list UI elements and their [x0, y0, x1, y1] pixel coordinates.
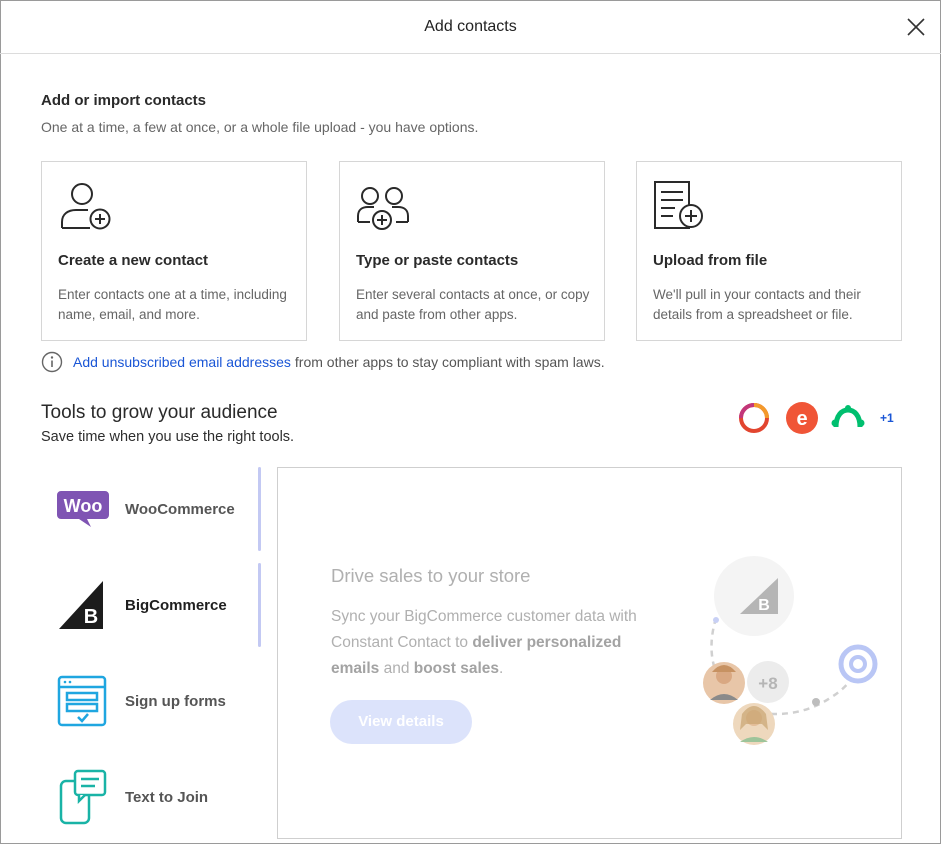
panel-description: Sync your BigCommerce customer data with… — [331, 608, 637, 677]
bigcommerce-sync-illustration: B +8 — [703, 556, 880, 745]
dialog-header: Add contacts — [0, 0, 941, 54]
eventbrite-logo-icon: e — [786, 402, 818, 434]
bigcommerce-panel: Drive sales to your store Sync your BigC… — [277, 467, 902, 839]
import-section-title: Add or import contacts — [41, 92, 207, 109]
svg-text:Woo: Woo — [64, 496, 103, 516]
unsubscribed-addresses-link[interactable]: Add unsubscribed email addresses — [73, 354, 291, 370]
card-description: We'll pull in your contacts and their de… — [653, 287, 861, 322]
constant-contact-ring-logo-icon — [739, 403, 769, 433]
tab-label: WooCommerce — [125, 501, 235, 518]
svg-text:e: e — [796, 408, 807, 430]
create-contact-card[interactable]: Create a new contact Enter contacts one … — [41, 161, 307, 341]
svg-text:B: B — [758, 597, 770, 614]
tools-title: Tools to grow your audience — [41, 402, 278, 423]
svg-text:B: B — [84, 606, 98, 628]
woocommerce-logo-icon: Woo — [57, 491, 109, 527]
upload-file-card[interactable]: Upload from file We'll pull in your cont… — [636, 161, 902, 341]
tools-subtitle: Save time when you use the right tools. — [41, 429, 295, 445]
sms-icon — [59, 769, 107, 825]
dialog-title: Add contacts — [424, 18, 517, 35]
bigcommerce-logo-icon: B — [59, 581, 103, 629]
people-add-icon — [357, 187, 409, 230]
tab-bigcommerce[interactable]: B BigCommerce — [55, 561, 260, 649]
tab-text-to-join[interactable]: Text to Join — [55, 753, 260, 841]
notice-text: from other apps to stay compliant with s… — [294, 354, 605, 370]
card-title: Create a new contact — [58, 252, 209, 269]
file-add-icon — [654, 181, 703, 229]
tab-woocommerce[interactable]: Woo WooCommerce — [55, 465, 260, 553]
tab-signup-forms[interactable]: Sign up forms — [55, 657, 260, 745]
import-section-subtitle: One at a time, a few at once, or a whole… — [41, 119, 479, 135]
tab-label: Sign up forms — [125, 693, 226, 710]
close-icon[interactable] — [904, 15, 928, 39]
type-paste-contacts-card[interactable]: Type or paste contacts Enter several con… — [339, 161, 605, 341]
card-title: Upload from file — [653, 252, 768, 269]
view-details-button[interactable]: View details — [330, 700, 472, 744]
person-add-icon — [61, 183, 111, 230]
more-integrations-count[interactable]: +1 — [880, 411, 894, 425]
form-icon — [57, 675, 107, 727]
compliance-notice: Add unsubscribed email addresses from ot… — [41, 351, 605, 373]
info-icon — [41, 351, 63, 373]
contacts-count-badge: +8 — [758, 674, 777, 693]
surveymonkey-logo-icon — [831, 405, 865, 428]
tab-label: BigCommerce — [125, 597, 227, 614]
card-description: Enter contacts one at a time, including … — [58, 287, 287, 322]
card-title: Type or paste contacts — [356, 252, 519, 269]
card-description: Enter several contacts at once, or copy … — [356, 287, 590, 322]
panel-title: Drive sales to your store — [331, 565, 531, 586]
tab-label: Text to Join — [125, 789, 209, 806]
